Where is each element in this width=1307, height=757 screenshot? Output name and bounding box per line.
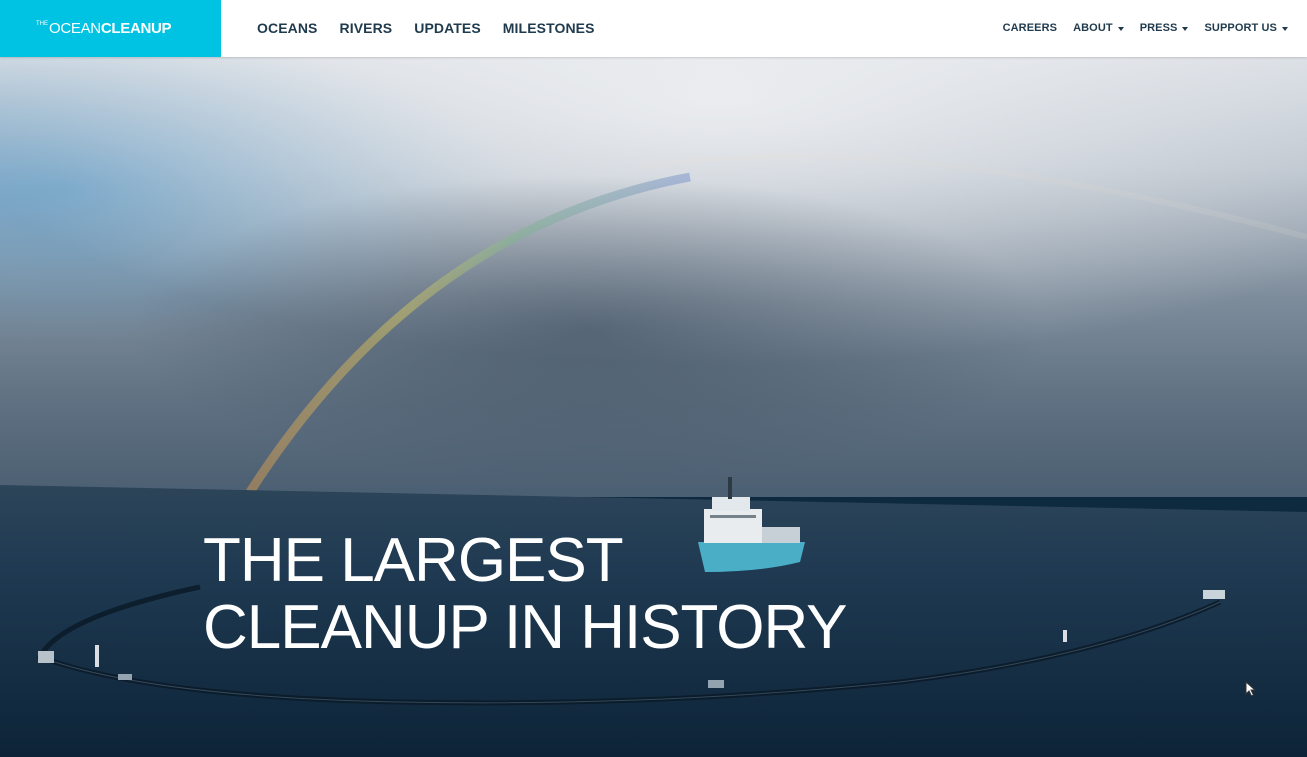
hero-headline: THE LARGEST CLEANUP IN HISTORY — [203, 526, 848, 662]
hero-headline-line-1: THE LARGEST — [203, 526, 624, 595]
hero-section: THE LARGEST CLEANUP IN HISTORY — [0, 57, 1307, 757]
nav-oceans[interactable]: OCEANS — [246, 0, 329, 57]
nav-about[interactable]: ABOUT — [1065, 0, 1132, 57]
nav-support-us[interactable]: SUPPORT US — [1196, 0, 1296, 57]
caret-down-icon — [1282, 26, 1288, 31]
nav-careers-label: CAREERS — [1002, 22, 1058, 34]
caret-down-icon — [1117, 26, 1124, 31]
nav-careers[interactable]: CAREERS — [995, 0, 1066, 57]
nav-press[interactable]: PRESS — [1132, 0, 1197, 57]
nav-updates[interactable]: UPDATES — [403, 0, 492, 57]
nav-rivers[interactable]: RIVERS — [329, 0, 404, 57]
nav-about-label: ABOUT — [1073, 22, 1113, 34]
main-nav: OCEANS RIVERS UPDATES MILESTONES — [246, 0, 606, 57]
hero-headline-line-2: CLEANUP IN HISTORY — [203, 593, 848, 662]
caret-down-icon — [1182, 26, 1189, 31]
nav-support-us-label: SUPPORT US — [1204, 22, 1277, 34]
site-header: THE OCEAN CLEANUP OCEANS RIVERS UPDATES … — [0, 0, 1307, 57]
nav-milestones[interactable]: MILESTONES — [492, 0, 606, 57]
utility-nav: CAREERS ABOUT PRESS SUPPORT US — [995, 0, 1296, 57]
logo-ocean: OCEAN — [49, 20, 101, 37]
mouse-pointer-icon — [1245, 681, 1257, 697]
nav-press-label: PRESS — [1139, 22, 1178, 34]
site-logo[interactable]: THE OCEAN CLEANUP — [0, 0, 221, 57]
logo-cleanup: CLEANUP — [100, 20, 172, 37]
logo-the: THE — [36, 20, 48, 27]
